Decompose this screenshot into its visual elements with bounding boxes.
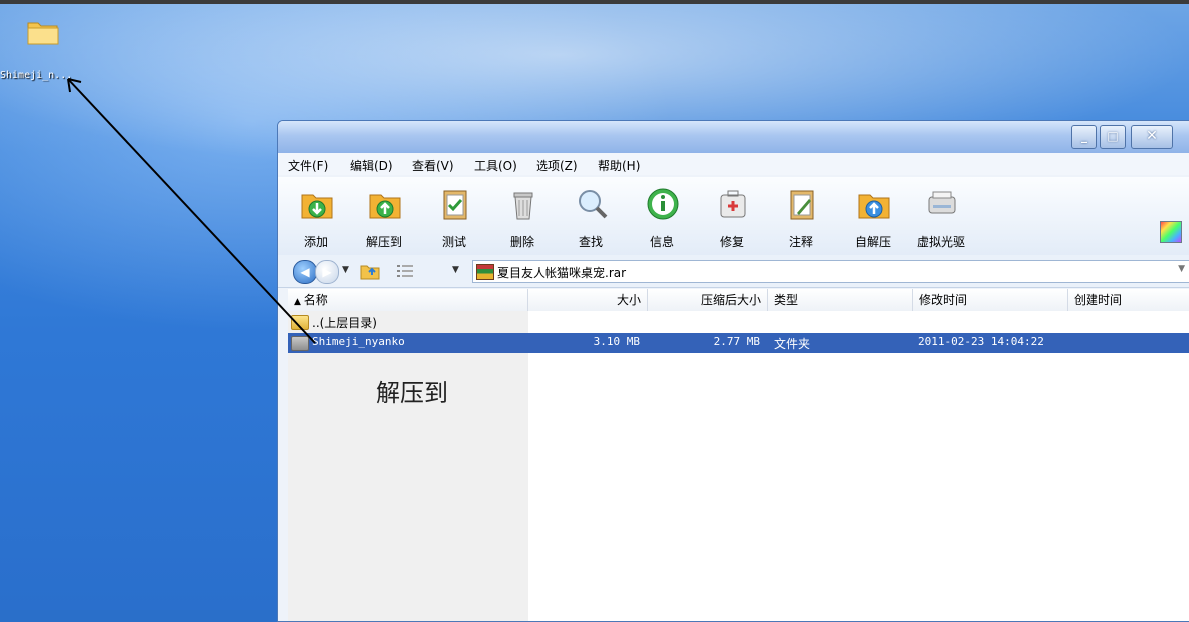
- column-name-label: 名称: [303, 293, 328, 307]
- maximize-button[interactable]: □: [1100, 125, 1126, 149]
- virtual-drive-icon: [928, 191, 956, 214]
- forward-arrow-icon: ▶: [322, 265, 332, 279]
- close-button[interactable]: ✕: [1131, 125, 1173, 149]
- toolbar-sfx-button[interactable]: 自解压: [845, 187, 901, 251]
- toolbar-label: 虚拟光驱: [916, 235, 965, 249]
- menu-help[interactable]: 帮助(H): [598, 157, 640, 174]
- toolbar-label: 信息: [649, 235, 674, 249]
- toolbar-label: 查找: [578, 235, 603, 249]
- toolbar-label: 自解压: [854, 235, 891, 249]
- archive-path-text: 夏目友人帐猫咪桌宠.rar: [497, 266, 627, 280]
- address-bar: ◀ ▶ ▼ ▼ 夏目友人帐猫咪桌宠.rar ▼: [278, 255, 1189, 288]
- row-name: Shimeji_nyanko: [312, 335, 405, 348]
- toolbar-label: 测试: [441, 235, 466, 249]
- toolbar-repair-button[interactable]: 修复: [704, 187, 760, 251]
- extract-to-icon: [369, 194, 401, 219]
- toolbar: 添加 解压到 测试 删除 查找 信息 修复 注释 自解压 虚拟光驱: [278, 177, 1189, 256]
- toolbar-add-button[interactable]: 添加: [288, 187, 344, 251]
- winrar-window: _ □ ✕ 文件(F) 编辑(D) 查看(V) 工具(O) 选项(Z) 帮助(H…: [277, 120, 1189, 622]
- annotation-extract-to: 解压到: [376, 379, 448, 407]
- toolbar-comment-button[interactable]: 注释: [773, 187, 829, 251]
- folder-icon: [27, 22, 59, 45]
- toolbar-label: 解压到: [365, 235, 402, 249]
- list-item-shimeji-folder[interactable]: Shimeji_nyanko 3.10 MB 2.77 MB 文件夹 2011-…: [288, 333, 1189, 353]
- row-name: ..(上层目录): [312, 316, 377, 330]
- toolbar-extract-to-button[interactable]: 解压到: [356, 187, 412, 251]
- add-folder-icon: [301, 194, 333, 219]
- menu-bar: 文件(F) 编辑(D) 查看(V) 工具(O) 选项(Z) 帮助(H): [278, 153, 1189, 175]
- up-folder-icon[interactable]: [360, 262, 380, 280]
- self-extract-icon: [858, 194, 890, 219]
- sort-up-icon: ▲: [294, 297, 304, 307]
- top-strip: [0, 0, 1189, 4]
- toolbar-label: 删除: [509, 235, 534, 249]
- toolbar-delete-button[interactable]: 删除: [494, 187, 550, 251]
- menu-file[interactable]: 文件(F): [288, 157, 328, 174]
- comment-notepad-icon: [790, 190, 814, 220]
- row-modified: 2011-02-23 14:04:22: [918, 335, 1044, 348]
- toolbar-label: 修复: [719, 235, 744, 249]
- toolbar-info-button[interactable]: 信息: [634, 187, 690, 251]
- toolbar-label: 注释: [788, 235, 813, 249]
- list-item-parent[interactable]: ..(上层目录): [288, 312, 1189, 332]
- theme-palette-icon[interactable]: [1160, 221, 1182, 243]
- menu-options[interactable]: 选项(Z): [536, 157, 578, 174]
- forward-button[interactable]: ▶: [315, 260, 339, 284]
- column-size[interactable]: 大小: [528, 289, 648, 311]
- info-icon: [647, 188, 679, 220]
- folder-icon: [291, 336, 309, 351]
- toolbar-virtual-drive-button[interactable]: 虚拟光驱: [913, 187, 969, 251]
- test-clipboard-icon: [443, 190, 467, 220]
- row-packed: 2.77 MB: [713, 335, 760, 348]
- back-button[interactable]: ◀: [293, 260, 317, 284]
- desktop-icon-label: Shimeji_n...: [0, 70, 73, 81]
- file-list-name-column-bg: [288, 311, 528, 621]
- column-modified[interactable]: 修改时间: [913, 289, 1068, 311]
- toolbar-label: 添加: [303, 235, 328, 249]
- row-type: 文件夹: [774, 337, 811, 351]
- column-created[interactable]: 创建时间: [1068, 289, 1189, 311]
- column-type[interactable]: 类型: [768, 289, 913, 311]
- history-dropdown-icon[interactable]: ▼: [342, 265, 349, 275]
- back-arrow-icon: ◀: [300, 265, 310, 279]
- menu-edit[interactable]: 编辑(D): [350, 157, 393, 174]
- folder-up-icon: [291, 315, 309, 330]
- title-bar[interactable]: _ □ ✕: [278, 121, 1189, 153]
- column-name[interactable]: ▲ 名称: [288, 289, 528, 311]
- row-size: 3.10 MB: [593, 335, 640, 348]
- path-field[interactable]: 夏目友人帐猫咪桌宠.rar ▼: [472, 260, 1189, 283]
- magnifier-icon: [579, 190, 608, 219]
- path-dropdown-icon[interactable]: ▼: [1178, 264, 1185, 274]
- rar-archive-icon: [476, 264, 494, 280]
- toolbar-find-button[interactable]: 查找: [563, 187, 619, 251]
- menu-view[interactable]: 查看(V): [412, 157, 454, 174]
- view-dropdown-icon[interactable]: ▼: [452, 265, 459, 275]
- view-mode-icon[interactable]: [396, 264, 414, 278]
- column-packed[interactable]: 压缩后大小: [648, 289, 768, 311]
- minimize-button[interactable]: _: [1071, 125, 1097, 149]
- desktop-folder-shimeji[interactable]: Shimeji_n...: [0, 16, 90, 81]
- trash-icon: [513, 192, 533, 220]
- repair-kit-icon: [720, 190, 746, 218]
- file-list-header: ▲ 名称 大小 压缩后大小 类型 修改时间 创建时间: [288, 289, 1189, 312]
- menu-tools[interactable]: 工具(O): [474, 157, 517, 174]
- toolbar-test-button[interactable]: 测试: [426, 187, 482, 251]
